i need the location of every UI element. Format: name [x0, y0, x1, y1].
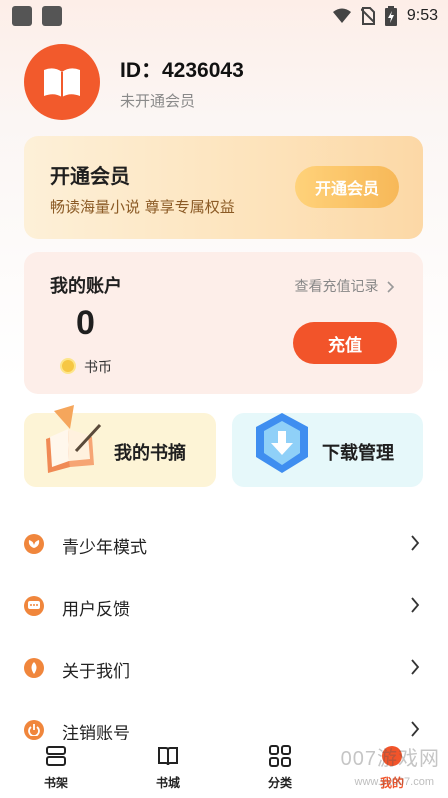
teen-mode-icon	[24, 534, 44, 554]
download-manager-label: 下载管理	[322, 443, 394, 464]
category-icon	[269, 745, 291, 767]
my-excerpts-label: 我的书摘	[114, 443, 186, 464]
recharge-button[interactable]: 充值	[293, 322, 397, 364]
watermark-url: www.yx007.com	[354, 776, 434, 788]
battery-icon	[384, 6, 397, 26]
wifi-icon	[332, 8, 351, 23]
notification-icon	[42, 6, 62, 26]
download-manager-button[interactable]: 下载管理	[232, 413, 423, 487]
vip-title: 开通会员	[50, 164, 130, 188]
currency-label: 书币	[84, 360, 112, 376]
user-id: ID：4236043	[120, 59, 244, 82]
chevron-right-icon	[411, 659, 420, 675]
membership-status: 未开通会员	[120, 92, 196, 110]
vip-card[interactable]: 开通会员 畅读海量小说 尊享专属权益 开通会员	[24, 136, 423, 239]
about-icon	[24, 658, 44, 678]
status-bar: 9:53	[0, 0, 448, 34]
menu-item-teen-mode[interactable]: 青少年模式	[24, 524, 424, 564]
status-time: 9:53	[406, 7, 438, 24]
download-icon	[256, 413, 308, 473]
menu-label: 关于我们	[62, 662, 130, 682]
chevron-right-icon	[411, 597, 420, 613]
no-sim-icon	[360, 7, 375, 25]
open-vip-button[interactable]: 开通会员	[295, 166, 399, 208]
vip-subtitle: 畅读海量小说 尊享专属权益	[50, 198, 235, 216]
bookstore-icon	[158, 747, 178, 766]
chevron-right-icon	[411, 535, 420, 551]
open-book-icon	[46, 405, 102, 473]
recharge-records-link[interactable]: 查看充值记录	[295, 276, 395, 296]
feedback-icon	[24, 596, 44, 616]
my-excerpts-button[interactable]: 我的书摘	[24, 405, 216, 487]
profile-header: ID：4236043 未开通会员	[24, 40, 424, 120]
account-title: 我的账户	[50, 276, 122, 297]
menu-label: 用户反馈	[62, 600, 130, 620]
menu-label: 青少年模式	[62, 538, 147, 558]
menu-item-about[interactable]: 关于我们	[24, 648, 424, 688]
watermark-brand: 007游戏网	[340, 748, 440, 770]
tab-label: 分类	[267, 776, 292, 790]
bookshelf-icon	[46, 746, 66, 766]
logout-icon	[24, 720, 44, 740]
book-logo-icon	[44, 68, 80, 97]
menu-item-feedback[interactable]: 用户反馈	[24, 586, 424, 626]
chevron-right-icon	[387, 281, 395, 293]
tab-label: 书架	[43, 776, 68, 790]
tab-bookshelf[interactable]: 书架	[26, 744, 86, 791]
balance-amount: 0	[76, 304, 95, 342]
coin-icon	[60, 358, 76, 374]
recharge-records-label: 查看充值记录	[294, 279, 379, 295]
avatar[interactable]	[24, 44, 100, 120]
tab-category[interactable]: 分类	[250, 744, 310, 791]
notification-icon	[12, 6, 32, 26]
tab-bookstore[interactable]: 书城	[138, 744, 198, 791]
chevron-right-icon	[411, 721, 420, 737]
tab-label: 书城	[155, 776, 180, 790]
account-card: 我的账户 查看充值记录 0 书币 充值	[24, 252, 423, 394]
